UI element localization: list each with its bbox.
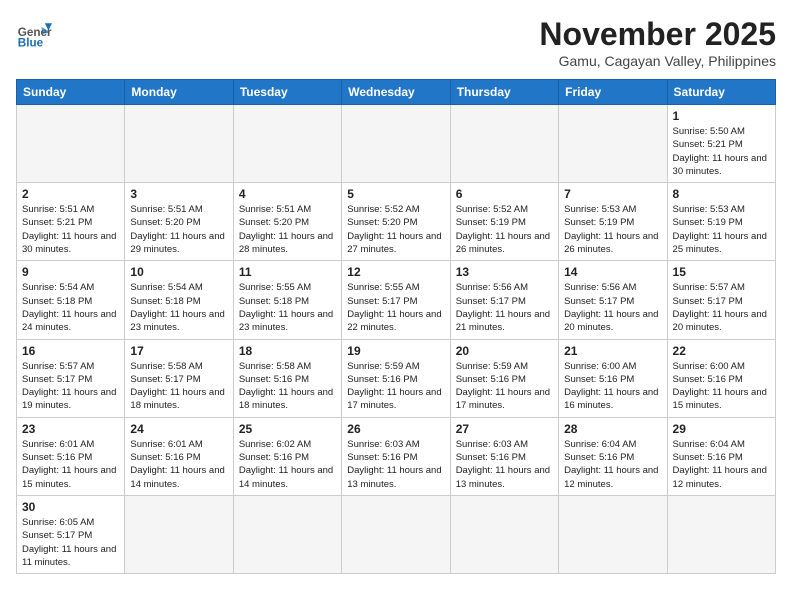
header-saturday: Saturday: [667, 80, 775, 105]
day-13: 13 Sunrise: 5:56 AMSunset: 5:17 PMDaylig…: [450, 261, 558, 339]
day-2: 2 Sunrise: 5:51 AMSunset: 5:21 PMDayligh…: [17, 183, 125, 261]
title-area: November 2025 Gamu, Cagayan Valley, Phil…: [539, 16, 776, 69]
day-22: 22 Sunrise: 6:00 AMSunset: 5:16 PMDaylig…: [667, 339, 775, 417]
day-14: 14 Sunrise: 5:56 AMSunset: 5:17 PMDaylig…: [559, 261, 667, 339]
day-5: 5 Sunrise: 5:52 AMSunset: 5:20 PMDayligh…: [342, 183, 450, 261]
day-26: 26 Sunrise: 6:03 AMSunset: 5:16 PMDaylig…: [342, 417, 450, 495]
svg-text:Blue: Blue: [18, 37, 44, 50]
day-10: 10 Sunrise: 5:54 AMSunset: 5:18 PMDaylig…: [125, 261, 233, 339]
day-29: 29 Sunrise: 6:04 AMSunset: 5:16 PMDaylig…: [667, 417, 775, 495]
page-header: General Blue November 2025 Gamu, Cagayan…: [16, 16, 776, 69]
location: Gamu, Cagayan Valley, Philippines: [539, 53, 776, 69]
empty-cell: [450, 105, 558, 183]
empty-cell: [450, 495, 558, 573]
empty-cell: [125, 495, 233, 573]
empty-cell: [342, 105, 450, 183]
header-thursday: Thursday: [450, 80, 558, 105]
empty-cell: [233, 495, 341, 573]
day-9: 9 Sunrise: 5:54 AMSunset: 5:18 PMDayligh…: [17, 261, 125, 339]
month-title: November 2025: [539, 16, 776, 53]
weekday-header-row: Sunday Monday Tuesday Wednesday Thursday…: [17, 80, 776, 105]
empty-cell: [559, 495, 667, 573]
day-30: 30 Sunrise: 6:05 AMSunset: 5:17 PMDaylig…: [17, 495, 125, 573]
day-15: 15 Sunrise: 5:57 AMSunset: 5:17 PMDaylig…: [667, 261, 775, 339]
day-1: 1 Sunrise: 5:50 AMSunset: 5:21 PMDayligh…: [667, 105, 775, 183]
calendar-row-1: 1 Sunrise: 5:50 AMSunset: 5:21 PMDayligh…: [17, 105, 776, 183]
empty-cell: [342, 495, 450, 573]
day-12: 12 Sunrise: 5:55 AMSunset: 5:17 PMDaylig…: [342, 261, 450, 339]
logo-icon: General Blue: [16, 16, 52, 52]
logo: General Blue: [16, 16, 52, 52]
calendar-row-3: 9 Sunrise: 5:54 AMSunset: 5:18 PMDayligh…: [17, 261, 776, 339]
day-3: 3 Sunrise: 5:51 AMSunset: 5:20 PMDayligh…: [125, 183, 233, 261]
empty-cell: [17, 105, 125, 183]
day-18: 18 Sunrise: 5:58 AMSunset: 5:16 PMDaylig…: [233, 339, 341, 417]
calendar-row-6: 30 Sunrise: 6:05 AMSunset: 5:17 PMDaylig…: [17, 495, 776, 573]
day-11: 11 Sunrise: 5:55 AMSunset: 5:18 PMDaylig…: [233, 261, 341, 339]
header-tuesday: Tuesday: [233, 80, 341, 105]
day-20: 20 Sunrise: 5:59 AMSunset: 5:16 PMDaylig…: [450, 339, 558, 417]
day-24: 24 Sunrise: 6:01 AMSunset: 5:16 PMDaylig…: [125, 417, 233, 495]
calendar-row-2: 2 Sunrise: 5:51 AMSunset: 5:21 PMDayligh…: [17, 183, 776, 261]
day-8: 8 Sunrise: 5:53 AMSunset: 5:19 PMDayligh…: [667, 183, 775, 261]
calendar-row-5: 23 Sunrise: 6:01 AMSunset: 5:16 PMDaylig…: [17, 417, 776, 495]
day-6: 6 Sunrise: 5:52 AMSunset: 5:19 PMDayligh…: [450, 183, 558, 261]
header-sunday: Sunday: [17, 80, 125, 105]
day-27: 27 Sunrise: 6:03 AMSunset: 5:16 PMDaylig…: [450, 417, 558, 495]
header-friday: Friday: [559, 80, 667, 105]
empty-cell: [125, 105, 233, 183]
header-wednesday: Wednesday: [342, 80, 450, 105]
day-7: 7 Sunrise: 5:53 AMSunset: 5:19 PMDayligh…: [559, 183, 667, 261]
day-17: 17 Sunrise: 5:58 AMSunset: 5:17 PMDaylig…: [125, 339, 233, 417]
day-4: 4 Sunrise: 5:51 AMSunset: 5:20 PMDayligh…: [233, 183, 341, 261]
empty-cell: [667, 495, 775, 573]
day-21: 21 Sunrise: 6:00 AMSunset: 5:16 PMDaylig…: [559, 339, 667, 417]
header-monday: Monday: [125, 80, 233, 105]
empty-cell: [559, 105, 667, 183]
empty-cell: [233, 105, 341, 183]
day-23: 23 Sunrise: 6:01 AMSunset: 5:16 PMDaylig…: [17, 417, 125, 495]
calendar-table: Sunday Monday Tuesday Wednesday Thursday…: [16, 79, 776, 574]
day-25: 25 Sunrise: 6:02 AMSunset: 5:16 PMDaylig…: [233, 417, 341, 495]
day-19: 19 Sunrise: 5:59 AMSunset: 5:16 PMDaylig…: [342, 339, 450, 417]
day-16: 16 Sunrise: 5:57 AMSunset: 5:17 PMDaylig…: [17, 339, 125, 417]
day-28: 28 Sunrise: 6:04 AMSunset: 5:16 PMDaylig…: [559, 417, 667, 495]
calendar-row-4: 16 Sunrise: 5:57 AMSunset: 5:17 PMDaylig…: [17, 339, 776, 417]
